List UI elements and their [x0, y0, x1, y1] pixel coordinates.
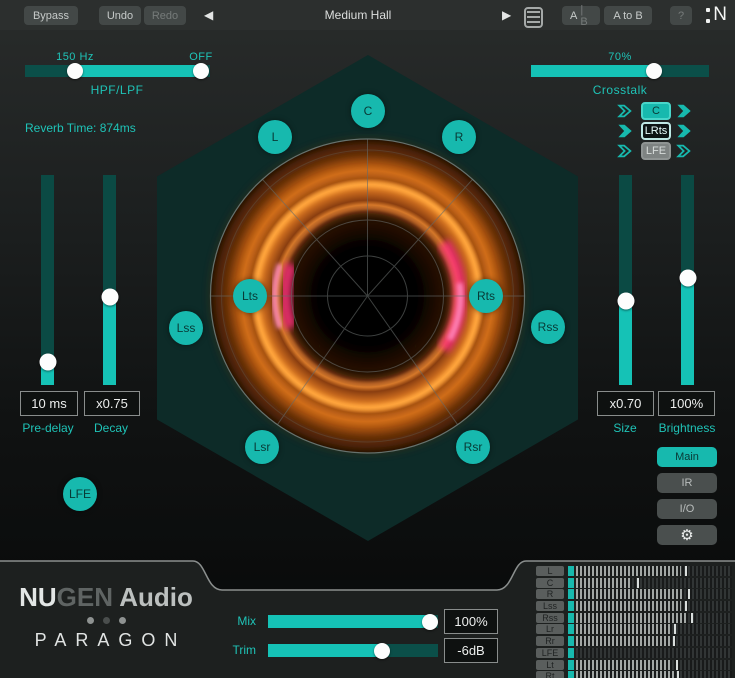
meter-input-block: [568, 648, 574, 658]
meter-channel-button[interactable]: Rt: [536, 671, 564, 678]
meter-fill: [576, 636, 670, 646]
meter-input-block: [568, 624, 574, 634]
meter-fill: [576, 578, 632, 588]
meter-row: R: [536, 589, 732, 599]
meter-fill: [576, 613, 688, 623]
meter-row: Rt: [536, 671, 732, 678]
meter-channel-button[interactable]: Lt: [536, 660, 564, 670]
trim-value[interactable]: -6dB: [444, 638, 498, 663]
meter-input-block: [568, 566, 574, 576]
meter-peak-marker: [688, 589, 690, 599]
meter-peak-marker: [685, 566, 687, 576]
meter-row: C: [536, 578, 732, 588]
meter-fill: [576, 660, 671, 670]
meter-track: [576, 566, 732, 576]
logo-gen: GEN: [57, 582, 113, 612]
meter-track: [576, 648, 732, 658]
footer-brand: NUGEN Audio PARAGON: [0, 582, 212, 651]
output-meters: L C R Lss Rss: [536, 566, 732, 678]
meter-row: Rr: [536, 636, 732, 646]
meter-channel-button[interactable]: Rss: [536, 613, 564, 623]
meter-row: Lt: [536, 660, 732, 670]
meter-input-block: [568, 671, 574, 678]
meter-channel-button[interactable]: R: [536, 589, 564, 599]
meter-peak-marker: [674, 624, 676, 634]
meter-peak-marker: [673, 636, 675, 646]
meter-channel-button[interactable]: C: [536, 578, 564, 588]
meter-input-block: [568, 601, 574, 611]
meter-peak-marker: [676, 660, 678, 670]
trim-fill: [268, 644, 382, 657]
logo-audio: Audio: [113, 582, 193, 612]
meter-input-block: [568, 636, 574, 646]
paragon-plugin-window: Bypass Undo Redo ◀ Medium Hall ▶ A | B A…: [0, 0, 735, 678]
meter-channel-button[interactable]: L: [536, 566, 564, 576]
meter-input-block: [568, 660, 574, 670]
meter-channel-button[interactable]: LFE: [536, 648, 564, 658]
meter-row: Lr: [536, 624, 732, 634]
meter-peak-marker: [685, 601, 687, 611]
meter-peak-marker: [637, 578, 639, 588]
meter-channel-button[interactable]: Lss: [536, 601, 564, 611]
meter-row: Lss: [536, 601, 732, 611]
mix-slider[interactable]: [268, 615, 438, 628]
trim-slider[interactable]: [268, 644, 438, 657]
meter-fill: [576, 671, 674, 678]
meter-input-block: [568, 613, 574, 623]
meter-fill: [576, 566, 681, 576]
meter-track: [576, 589, 732, 599]
meter-input-block: [568, 589, 574, 599]
nugen-audio-logo: NUGEN Audio: [0, 582, 212, 613]
meter-peak-marker: [691, 613, 693, 623]
meter-channel-button[interactable]: Lr: [536, 624, 564, 634]
trim-label: Trim: [222, 643, 256, 657]
meter-track: [576, 613, 732, 623]
mix-label: Mix: [222, 614, 256, 628]
product-name: PARAGON: [0, 630, 212, 651]
meter-fill: [576, 589, 682, 599]
mix-handle[interactable]: [422, 614, 438, 630]
meter-track: [576, 671, 732, 678]
logo-nu: NU: [19, 582, 57, 612]
meter-input-block: [568, 578, 574, 588]
meter-fill: [576, 624, 670, 634]
meter-row: Rss: [536, 613, 732, 623]
meter-track: [576, 624, 732, 634]
mix-value[interactable]: 100%: [444, 609, 498, 634]
meter-track: [576, 578, 732, 588]
mix-fill: [268, 615, 430, 628]
meter-track: [576, 636, 732, 646]
meter-peak-marker: [677, 671, 679, 678]
meter-row: LFE: [536, 648, 732, 658]
trim-handle[interactable]: [374, 643, 390, 659]
meter-track: [576, 601, 732, 611]
meter-row: L: [536, 566, 732, 576]
meter-fill: [576, 601, 681, 611]
logo-dots-icon: [0, 617, 212, 624]
meter-channel-button[interactable]: Rr: [536, 636, 564, 646]
meter-track: [576, 660, 732, 670]
